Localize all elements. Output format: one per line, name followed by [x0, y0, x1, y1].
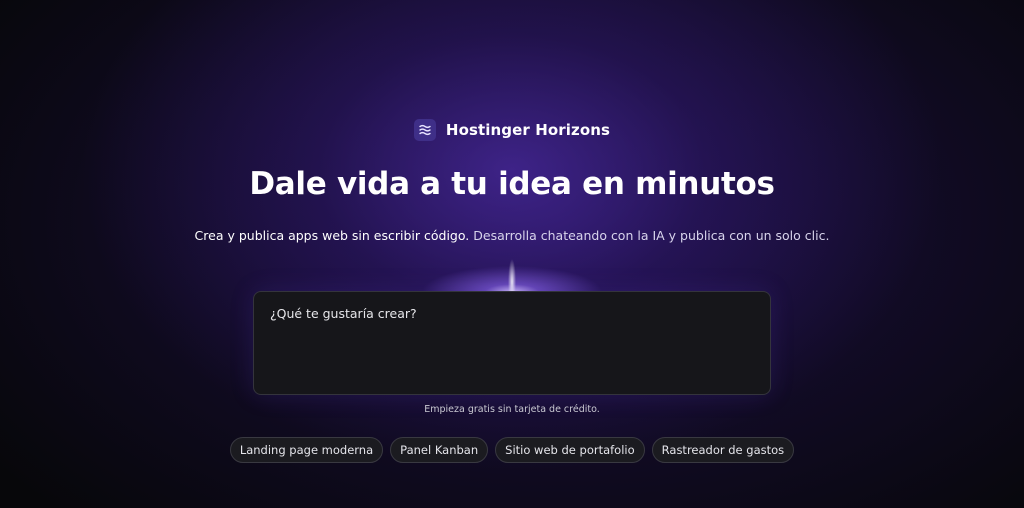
waves-icon — [413, 119, 436, 141]
brand[interactable]: Hostinger Horizons — [0, 119, 1024, 141]
hero-subtitle-lead: Crea y publica apps web sin escribir cód… — [194, 228, 470, 243]
brand-name: Hostinger Horizons — [445, 121, 611, 139]
hero-glow-spike — [508, 248, 516, 294]
prompt-input[interactable] — [254, 292, 770, 394]
hero-subtitle: Crea y publica apps web sin escribir cód… — [0, 228, 1024, 243]
suggestion-chip-landing-page[interactable]: Landing page moderna — [229, 437, 384, 463]
landing-page: Hostinger Horizons Dale vida a tu idea e… — [0, 0, 1024, 508]
page-title: Dale vida a tu idea en minutos — [249, 166, 775, 202]
suggestion-chip-kanban[interactable]: Panel Kanban — [390, 437, 489, 463]
waves-icon-glyph — [419, 124, 431, 136]
suggestion-chip-portfolio[interactable]: Sitio web de portafolio — [495, 437, 645, 463]
suggestion-chip-expense-tracker[interactable]: Rastreador de gastos — [651, 437, 795, 463]
suggestion-chips: Landing page moderna Panel Kanban Sitio … — [0, 437, 1024, 463]
free-start-note: Empieza gratis sin tarjeta de crédito. — [424, 404, 600, 415]
prompt-box[interactable] — [253, 291, 771, 395]
hero-subtitle-rest: Desarrolla chateando con la IA y publica… — [469, 228, 830, 243]
